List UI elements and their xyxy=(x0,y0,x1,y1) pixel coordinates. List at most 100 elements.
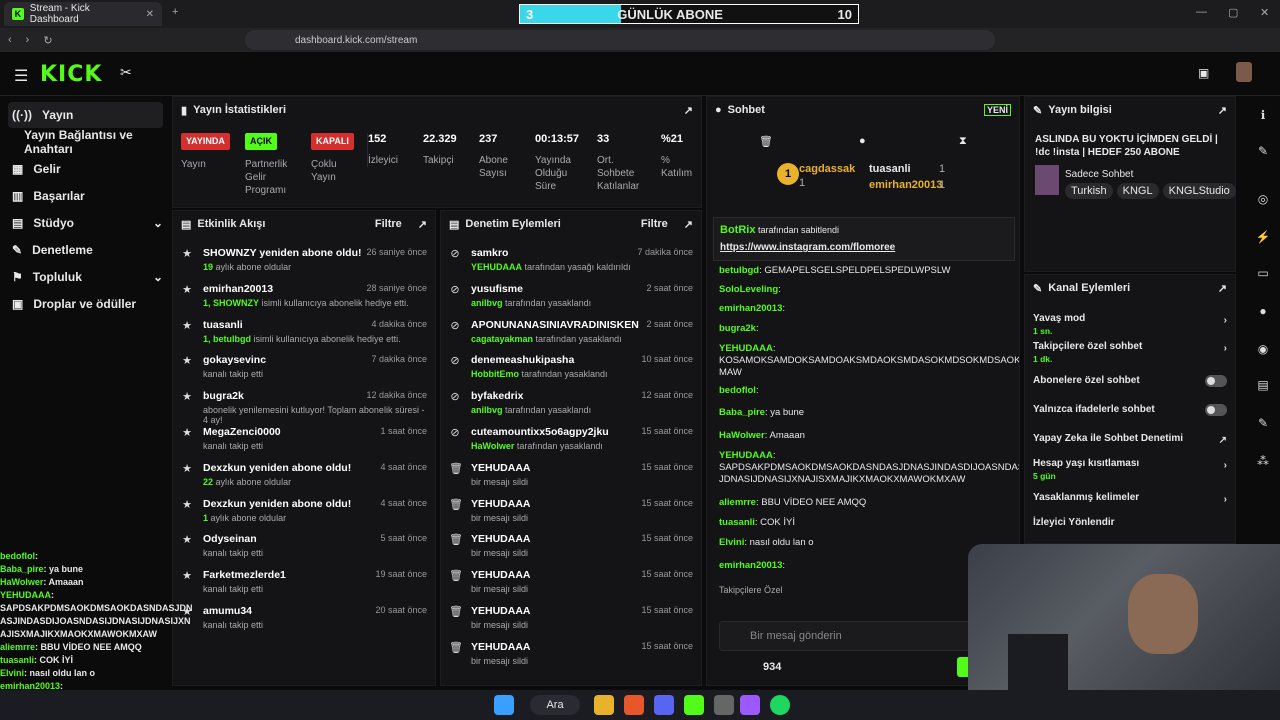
info-icon[interactable]: ℹ xyxy=(1252,104,1274,126)
chat-username[interactable]: bugra2k xyxy=(719,323,756,334)
new-badge[interactable]: YENİ xyxy=(983,104,1011,116)
overlay-text: : xyxy=(35,551,38,561)
overlay-username: bedoflol xyxy=(0,551,35,561)
gift-icon: ▣ xyxy=(12,297,24,311)
menu-icon[interactable]: ☰ xyxy=(14,66,28,86)
chat-bubble-icon[interactable]: ● xyxy=(859,135,866,147)
app-icon[interactable] xyxy=(740,695,760,715)
channel-action[interactable]: Takipçilere özel sohbet 1 dk. › xyxy=(1033,341,1227,364)
channel-action[interactable]: İzleyici Yönlendir xyxy=(1033,517,1227,528)
moderation-action: bir mesajı sildi xyxy=(471,620,529,630)
popout-icon[interactable]: ↗ xyxy=(418,218,427,231)
wrench-icon[interactable]: ✎ xyxy=(1252,412,1274,434)
channel-action[interactable]: Yalnızca ifadelerle sohbet xyxy=(1033,404,1227,416)
close-tab-icon[interactable]: ✕ xyxy=(146,9,154,20)
close-window-icon[interactable]: ✕ xyxy=(1260,6,1269,19)
chat-username[interactable]: Baba_pire xyxy=(719,407,765,418)
toggle-switch[interactable] xyxy=(1205,404,1227,416)
url-field[interactable]: dashboard.kick.com/stream xyxy=(245,30,995,50)
sidebar-item-studyo[interactable]: ▤ Stüdyo ⌄ xyxy=(8,210,163,236)
channel-action[interactable]: Yasaklanmış kelimeler › xyxy=(1033,492,1227,505)
stat-subs: 237 Abone Sayısı xyxy=(479,133,508,179)
back-icon[interactable]: ‹ xyxy=(8,34,12,46)
sidebar-item-droplar[interactable]: ▣ Droplar ve ödüller xyxy=(8,291,163,317)
obs-app-icon[interactable] xyxy=(714,695,734,715)
document-icon[interactable]: ▭ xyxy=(1252,262,1274,284)
popout-icon[interactable]: ↗ xyxy=(684,104,693,117)
channel-action[interactable]: Yapay Zeka ile Sohbet Denetimi ↗ xyxy=(1033,433,1227,446)
edit-icon[interactable]: ✎ xyxy=(1252,140,1274,162)
obs-icon[interactable]: ▣ xyxy=(1198,66,1209,80)
activity-subtitle: 1, SHOWNZY isimli kullanıcıya abonelik h… xyxy=(203,298,427,308)
moderation-moderator: cagatayakman xyxy=(471,333,534,344)
stack-icon[interactable]: ▤ xyxy=(1252,374,1274,396)
maximize-icon[interactable]: ▢ xyxy=(1228,6,1238,19)
top-user-2: tuasanli xyxy=(869,163,911,175)
kick-app-icon[interactable] xyxy=(684,695,704,715)
windows-start-icon[interactable] xyxy=(494,695,514,715)
popout-icon[interactable]: ↗ xyxy=(1218,282,1227,295)
pinned-by: BotRix xyxy=(720,224,756,236)
brave-icon[interactable] xyxy=(624,695,644,715)
chat-username[interactable]: emirhan20013 xyxy=(719,303,782,314)
minimize-icon[interactable]: — xyxy=(1196,6,1207,18)
chat-username[interactable]: YEHUDAAA xyxy=(719,450,773,461)
taskbar-search[interactable]: Ara xyxy=(530,695,580,715)
activity-time: 5 saat önce xyxy=(380,533,427,544)
chat-icon[interactable]: ● xyxy=(1252,300,1274,322)
filter-button[interactable]: Filtre xyxy=(641,218,668,230)
chat-username[interactable]: bedoflol xyxy=(719,385,756,396)
filter-button[interactable]: Filtre xyxy=(375,218,402,230)
sidebar-item-basarilar[interactable]: ▥ Başarılar xyxy=(8,183,163,209)
moderation-subtitle: cagatayakman tarafından yasaklandı xyxy=(471,334,693,344)
chat-text: : COK İYİ xyxy=(754,517,796,528)
pinned-link[interactable]: https://www.instagram.com/flomoree xyxy=(720,242,1008,253)
chat-username[interactable]: SoloLeveling xyxy=(719,284,778,295)
popout-icon[interactable]: ↗ xyxy=(1218,104,1227,117)
moderation-subtitle: bir mesajı sildi xyxy=(471,584,693,594)
folder-icon[interactable] xyxy=(594,695,614,715)
pinned-message: BotRix tarafından sabitlendi https://www… xyxy=(713,217,1015,261)
browser-tab[interactable]: K Stream - Kick Dashboard ✕ xyxy=(4,2,162,26)
sidebar-item-topluluk[interactable]: ⚑ Topluluk ⌄ xyxy=(8,264,163,290)
moderation-time: 15 saat önce xyxy=(641,461,693,472)
activity-subtext: aylık abone oldular xyxy=(208,512,287,523)
sidebar-item-yayin[interactable]: ((·)) Yayın xyxy=(8,102,163,128)
avatar[interactable] xyxy=(1236,62,1252,82)
channel-action[interactable]: Yavaş mod 1 sn. › xyxy=(1033,313,1227,336)
sidebar-item-stream-key[interactable]: Yayın Bağlantısı ve Anahtarı xyxy=(8,128,163,156)
share-icon[interactable]: ⁂ xyxy=(1252,450,1274,472)
spotify-icon[interactable] xyxy=(770,695,790,715)
chat-username[interactable]: aliemrre xyxy=(719,497,756,508)
sidebar-item-denetleme[interactable]: ✎ Denetleme xyxy=(8,237,163,263)
chevron-down-icon: ⌄ xyxy=(152,270,163,284)
chat-username[interactable]: YEHUDAAA xyxy=(719,343,773,354)
lightning-icon[interactable]: ⚡ xyxy=(1252,226,1274,248)
pin-icon[interactable]: ✂ xyxy=(120,64,132,81)
hourglass-icon[interactable]: ⧗ xyxy=(959,135,967,148)
target-icon[interactable]: ◎ xyxy=(1252,188,1274,210)
reload-icon[interactable]: ↻ xyxy=(43,34,52,47)
moderation-item: 🗑 YEHUDAAA 15 saat önce bir mesajı sildi xyxy=(449,462,693,487)
trash-icon[interactable]: 🗑 xyxy=(759,135,773,148)
toggle-switch[interactable] xyxy=(1205,375,1227,387)
broadcast-icon[interactable]: ◉ xyxy=(1252,338,1274,360)
chat-username[interactable]: HaWolwer xyxy=(719,430,765,441)
new-tab-icon[interactable]: + xyxy=(172,6,178,18)
chat-username[interactable]: Elvini xyxy=(719,537,744,548)
chat-input[interactable]: Bir mesaj gönderin xyxy=(719,621,1009,651)
discord-icon[interactable] xyxy=(654,695,674,715)
forward-icon[interactable]: › xyxy=(26,34,30,46)
chat-username[interactable]: tuasanli xyxy=(719,517,755,528)
channel-action-value: 5 gün xyxy=(1033,471,1056,481)
overlay-text: : BBU VİDEO NEE AMQQ xyxy=(35,642,142,652)
chat-username[interactable]: emirhan20013 xyxy=(719,560,782,571)
emote-label: Takipçilere Özel xyxy=(719,585,783,595)
popout-icon[interactable]: ↗ xyxy=(684,218,693,231)
stat-uptime: 00:13:57 Yayında Olduğu Süre xyxy=(535,133,580,192)
sidebar-item-gelir[interactable]: ▦ Gelir xyxy=(8,156,163,182)
chat-message: bedoflol: xyxy=(719,385,1007,397)
chat-username[interactable]: betulbgd xyxy=(719,265,759,276)
channel-action[interactable]: Hesap yaşı kısıtlaması 5 gün › xyxy=(1033,458,1227,481)
channel-action[interactable]: Abonelere özel sohbet xyxy=(1033,375,1227,387)
